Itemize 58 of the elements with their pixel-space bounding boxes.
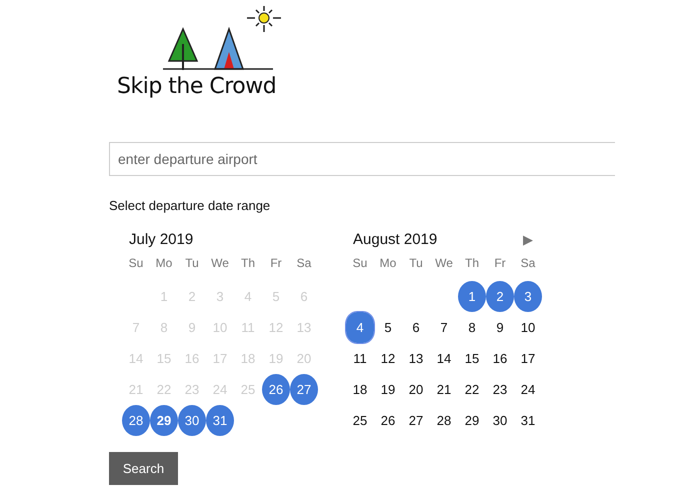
calendar-day[interactable]: 30 <box>486 405 514 436</box>
month-title: August 2019 <box>353 230 438 248</box>
weekday-label: Fr <box>493 255 507 272</box>
calendar-day[interactable]: 9 <box>486 312 514 343</box>
calendar-day[interactable]: 28 <box>430 405 458 436</box>
calendar-day[interactable]: 14 <box>430 343 458 374</box>
weekday-label: Mo <box>378 255 398 272</box>
calendar-day[interactable]: 25 <box>346 405 374 436</box>
calendar-day[interactable]: 26 <box>374 405 402 436</box>
calendar-day[interactable]: 31 <box>206 405 234 436</box>
weekday-label: Sa <box>520 255 536 272</box>
calendar-day[interactable]: 3 <box>514 281 542 312</box>
calendar-day[interactable]: 11 <box>346 343 374 374</box>
calendar-day[interactable]: 6 <box>402 312 430 343</box>
calendar-day[interactable]: 29 <box>150 405 178 436</box>
calendar-day[interactable]: 12 <box>374 343 402 374</box>
calendar-day[interactable]: 21 <box>430 374 458 405</box>
weekday-label: Su <box>128 255 144 272</box>
weekday-label: We <box>210 255 230 272</box>
calendar-day[interactable]: 10 <box>514 312 542 343</box>
calendar-day[interactable]: 1 <box>458 281 486 312</box>
weekday-label: Th <box>464 255 480 272</box>
calendar-day[interactable]: 27 <box>290 374 318 405</box>
logo-text: Skip the Crowd <box>117 74 276 99</box>
calendar-day[interactable]: 29 <box>458 405 486 436</box>
calendar-day[interactable]: 28 <box>122 405 150 436</box>
calendar-day[interactable]: 31 <box>514 405 542 436</box>
calendar-day[interactable]: 8 <box>458 312 486 343</box>
calendar-day[interactable]: 22 <box>458 374 486 405</box>
weekday-label: Sa <box>296 255 312 272</box>
date-range-label: Select departure date range <box>109 198 272 213</box>
weekday-label: Fr <box>269 255 283 272</box>
weekday-label: Tu <box>408 255 424 272</box>
calendar-day[interactable]: 24 <box>514 374 542 405</box>
calendar-day[interactable]: 4 <box>346 312 374 343</box>
weekday-label: Th <box>240 255 256 272</box>
calendar-day[interactable]: 23 <box>486 374 514 405</box>
weekday-label: Mo <box>154 255 174 272</box>
next-month-button[interactable]: ▶ <box>521 232 535 246</box>
weekday-label: Su <box>352 255 368 272</box>
calendar-day[interactable]: 2 <box>486 281 514 312</box>
calendar-day[interactable]: 17 <box>514 343 542 374</box>
calendar-day[interactable]: 15 <box>458 343 486 374</box>
month-title: July 2019 <box>129 230 194 248</box>
weekday-label: Tu <box>184 255 200 272</box>
departure-airport-field[interactable]: enter departure airport <box>109 142 615 176</box>
calendar-day[interactable]: 27 <box>402 405 430 436</box>
calendar-day[interactable]: 16 <box>486 343 514 374</box>
calendar-day[interactable]: 26 <box>262 374 290 405</box>
weekday-label: We <box>434 255 454 272</box>
search-button[interactable]: Search <box>109 452 178 485</box>
calendar-day[interactable]: 30 <box>178 405 206 436</box>
calendar-day[interactable]: 7 <box>430 312 458 343</box>
calendar-day[interactable]: 13 <box>402 343 430 374</box>
calendar-day[interactable]: 18 <box>346 374 374 405</box>
calendar-day[interactable]: 20 <box>402 374 430 405</box>
calendar-day[interactable]: 5 <box>374 312 402 343</box>
calendar-day[interactable]: 19 <box>374 374 402 405</box>
